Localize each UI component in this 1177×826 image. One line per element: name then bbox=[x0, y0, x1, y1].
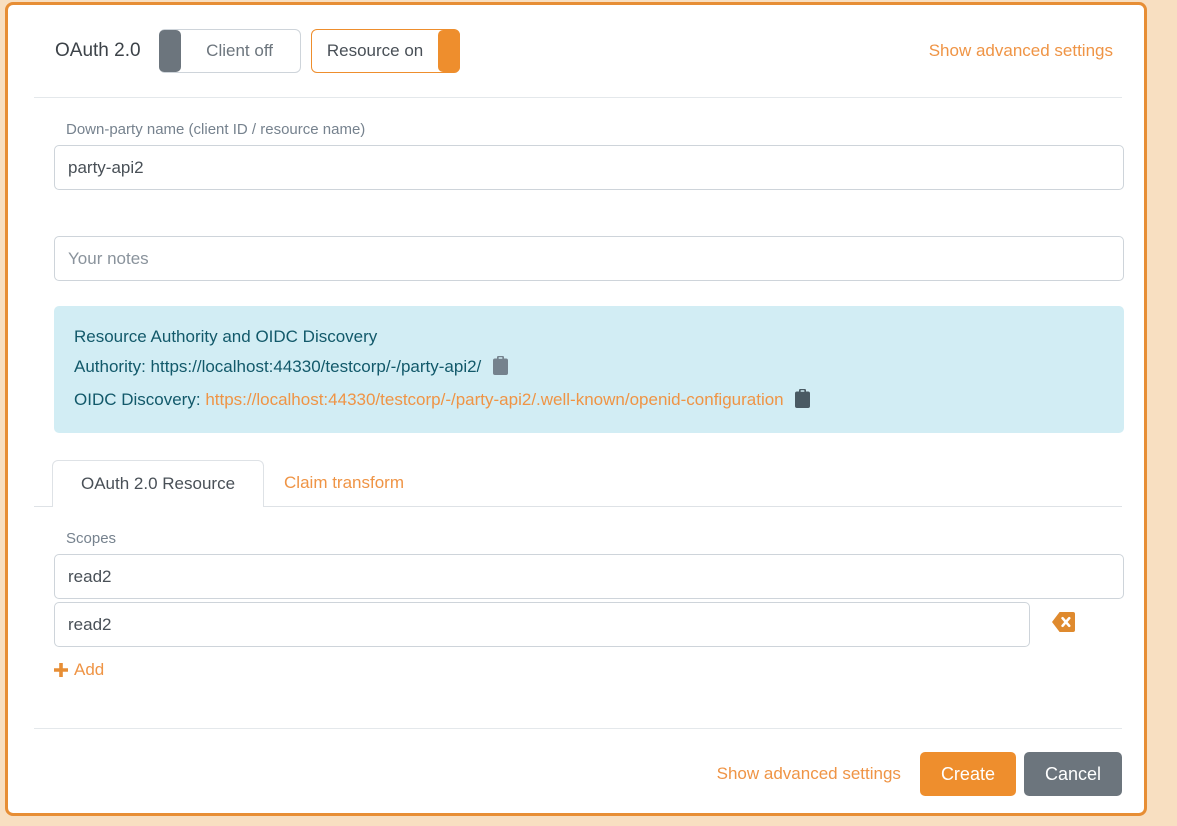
tab-oauth-resource[interactable]: OAuth 2.0 Resource bbox=[52, 460, 264, 507]
client-toggle-knob bbox=[159, 30, 181, 72]
authority-value: https://localhost:44330/testcorp/-/party… bbox=[151, 357, 482, 376]
scope-input-1[interactable] bbox=[54, 554, 1124, 599]
client-toggle-label: Client off bbox=[160, 41, 300, 61]
footer-divider bbox=[34, 728, 1122, 729]
oidc-discovery-link[interactable]: https://localhost:44330/testcorp/-/party… bbox=[205, 390, 783, 409]
resource-authority-info-box: Resource Authority and OIDC Discovery Au… bbox=[54, 306, 1124, 433]
header-divider bbox=[34, 97, 1122, 98]
notes-input[interactable] bbox=[54, 236, 1124, 281]
remove-scope-button[interactable] bbox=[1052, 612, 1075, 637]
add-scope-button[interactable]: Add bbox=[54, 660, 104, 680]
plus-icon bbox=[54, 663, 68, 677]
panel-footer: Show advanced settings Create Cancel bbox=[8, 752, 1144, 796]
discovery-line: OIDC Discovery: https://localhost:44330/… bbox=[74, 385, 1104, 418]
resource-toggle-label: Resource on bbox=[312, 41, 459, 61]
scope-input-2[interactable] bbox=[54, 602, 1030, 647]
authority-label: Authority: bbox=[74, 357, 146, 376]
oauth-down-party-panel: OAuth 2.0 Client off Resource on Show ad… bbox=[5, 2, 1147, 816]
scopes-label: Scopes bbox=[54, 530, 1124, 547]
add-scope-label: Add bbox=[74, 660, 104, 680]
form-area: Down-party name (client ID / resource na… bbox=[8, 121, 1144, 433]
down-party-name-input[interactable] bbox=[54, 145, 1124, 190]
scopes-section: Scopes Add bbox=[8, 530, 1144, 680]
authority-line: Authority: https://localhost:44330/testc… bbox=[74, 352, 1104, 385]
client-toggle[interactable]: Client off bbox=[159, 29, 301, 73]
discovery-label: OIDC Discovery: bbox=[74, 390, 201, 409]
resource-toggle-knob bbox=[438, 30, 460, 72]
tab-claim-transform[interactable]: Claim transform bbox=[264, 459, 424, 506]
show-advanced-settings-link-bottom[interactable]: Show advanced settings bbox=[717, 764, 901, 784]
tab-bar: OAuth 2.0 Resource Claim transform bbox=[34, 459, 1122, 507]
panel-header: OAuth 2.0 Client off Resource on Show ad… bbox=[8, 5, 1144, 97]
scope-row bbox=[54, 602, 1124, 647]
create-button[interactable]: Create bbox=[920, 752, 1016, 796]
panel-title: OAuth 2.0 bbox=[55, 40, 141, 62]
backspace-delete-icon bbox=[1052, 612, 1075, 637]
resource-toggle[interactable]: Resource on bbox=[311, 29, 460, 73]
cancel-button[interactable]: Cancel bbox=[1024, 752, 1122, 796]
copy-discovery-clipboard-icon[interactable] bbox=[795, 388, 810, 418]
copy-authority-clipboard-icon[interactable] bbox=[493, 355, 508, 385]
show-advanced-settings-link-top[interactable]: Show advanced settings bbox=[929, 41, 1113, 61]
info-box-title: Resource Authority and OIDC Discovery bbox=[74, 322, 1104, 352]
down-party-name-label: Down-party name (client ID / resource na… bbox=[54, 121, 1124, 138]
